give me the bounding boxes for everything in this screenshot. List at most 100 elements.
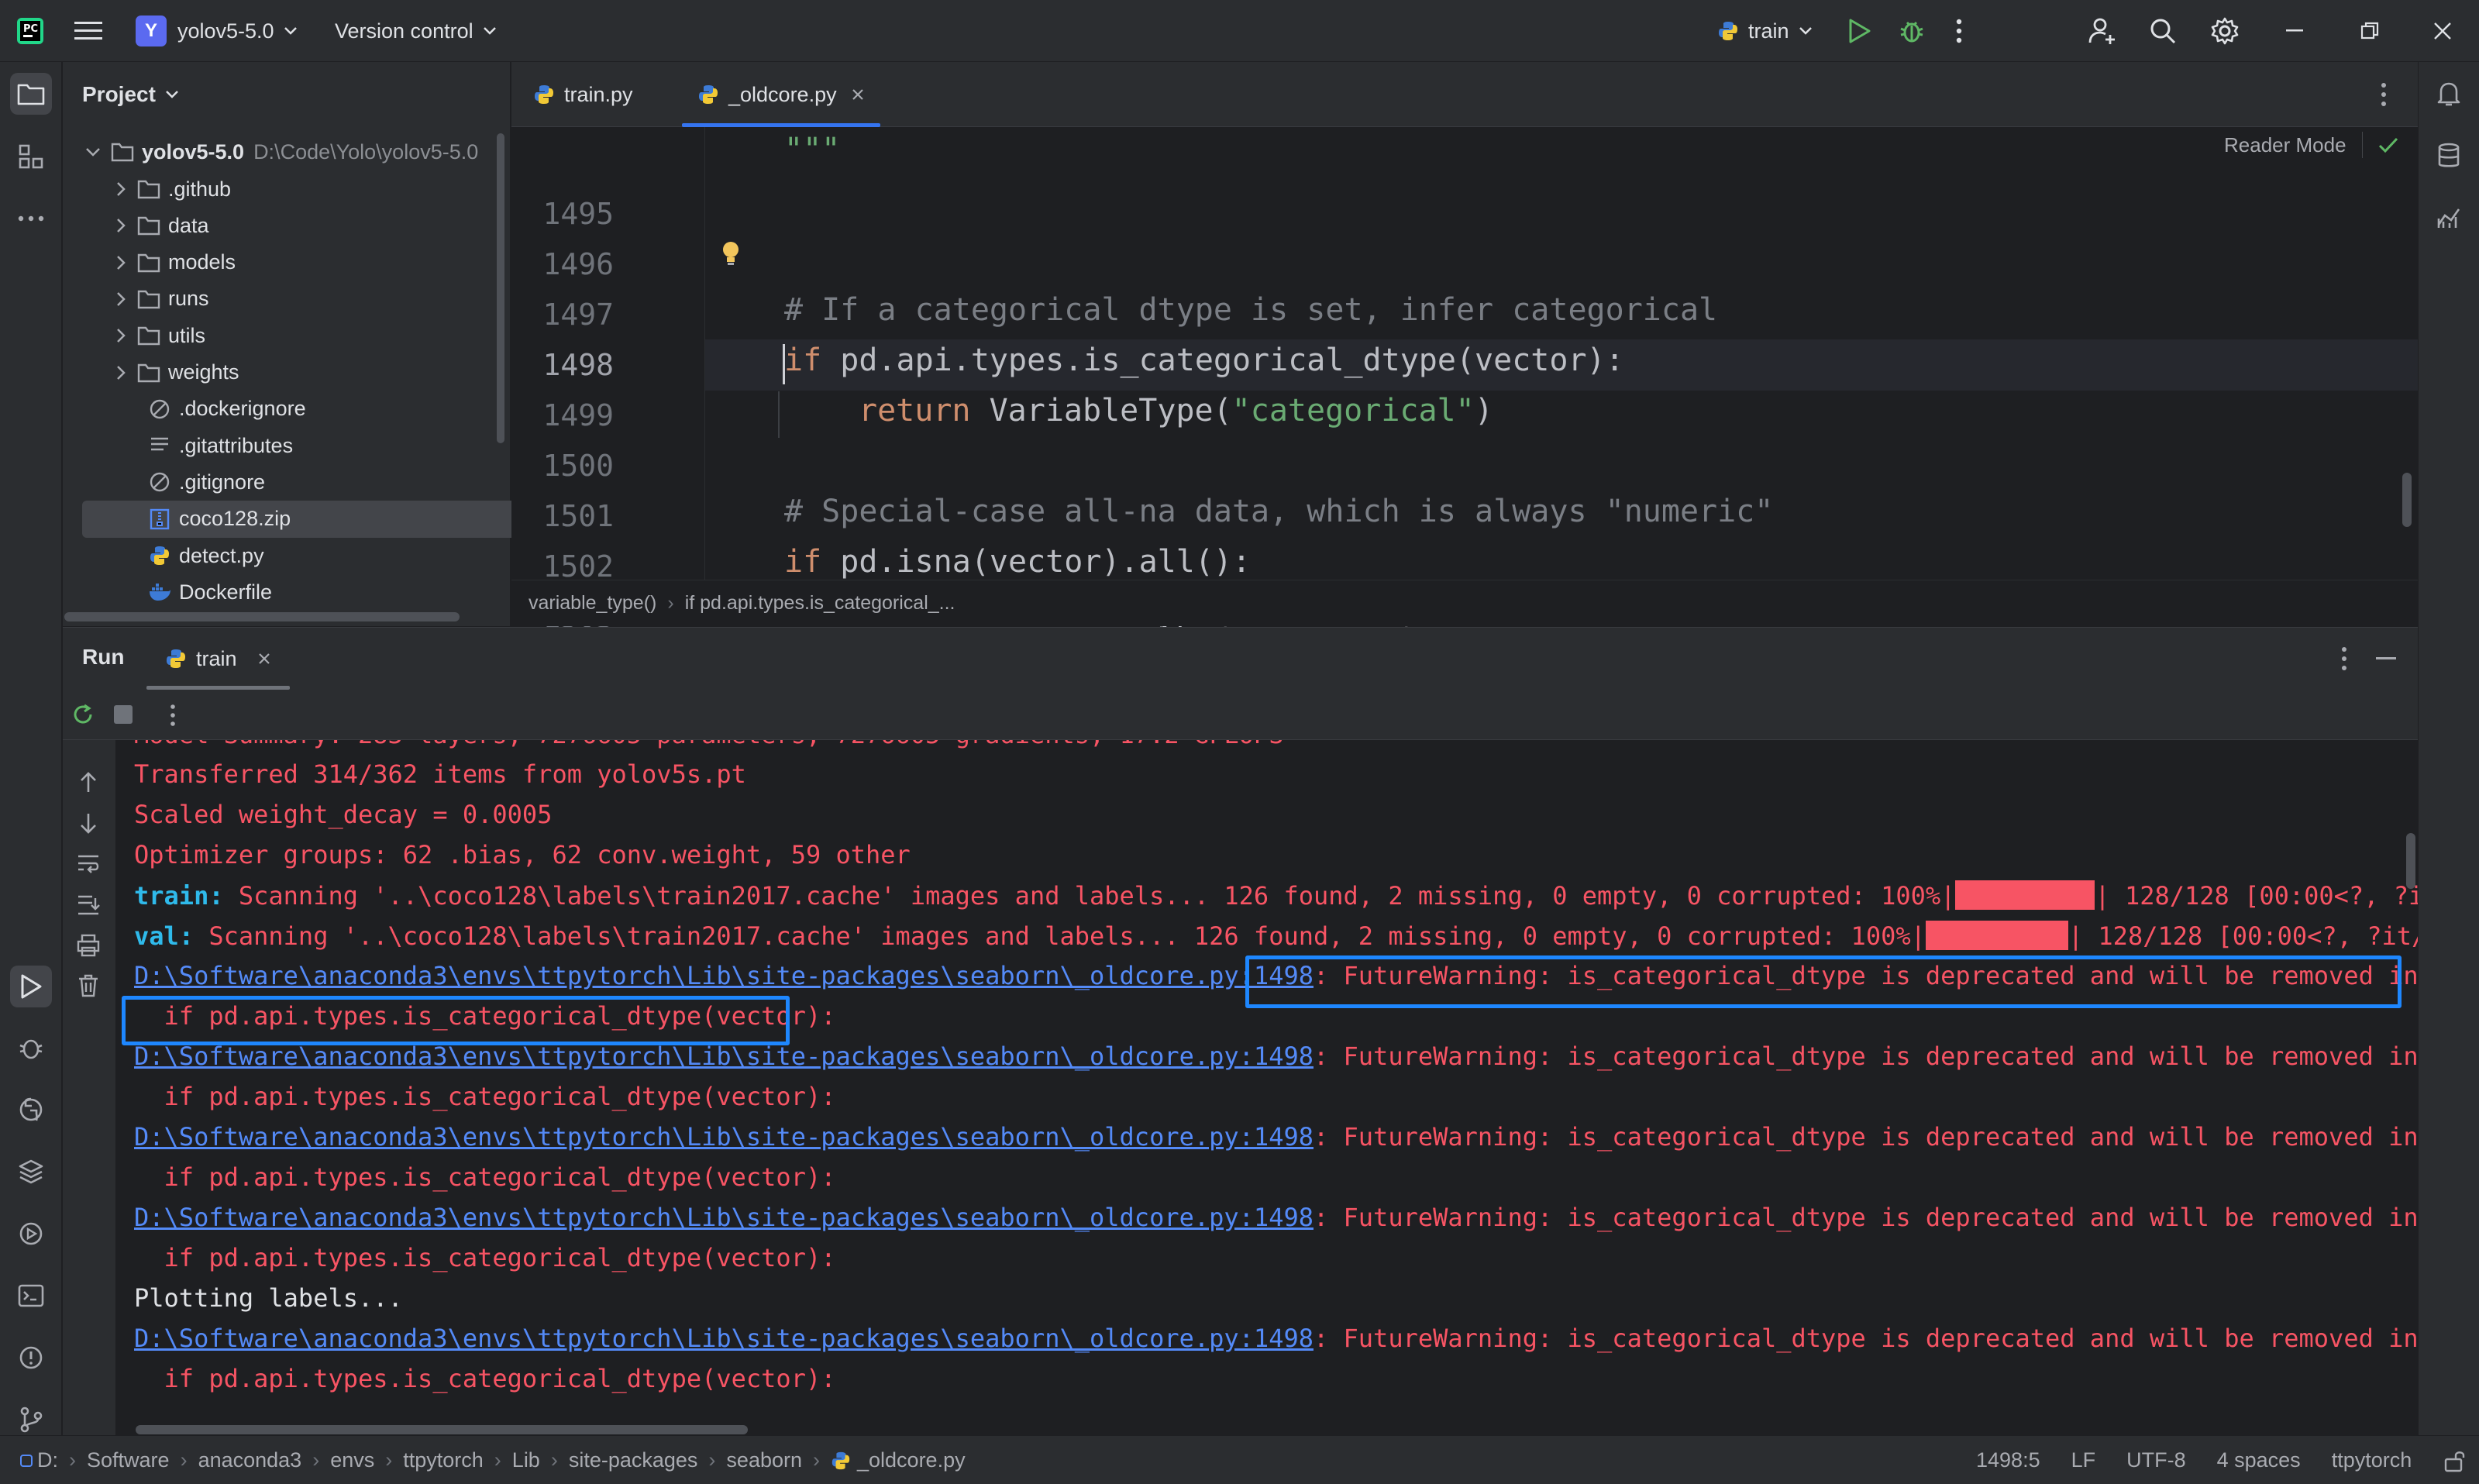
line-separator[interactable]: LF [2071, 1448, 2096, 1472]
tree-item[interactable]: runs [63, 281, 504, 318]
tree-item[interactable]: data [63, 207, 504, 244]
folder-icon [137, 214, 160, 237]
status-breadcrumb-item[interactable]: D: [37, 1448, 58, 1472]
code-line-1498[interactable]: if pd.api.types.is_categorical_dtype(vec… [784, 343, 1624, 378]
warning-file-link[interactable]: D:\Software\anaconda3\envs\ttpytorch\Lib… [134, 1042, 1314, 1071]
warning-file-link[interactable]: D:\Software\anaconda3\envs\ttpytorch\Lib… [134, 1122, 1314, 1152]
minimize-button[interactable] [2286, 0, 2305, 62]
git-tool-button[interactable] [10, 1399, 52, 1441]
scroll-to-end-icon[interactable] [77, 893, 100, 917]
interpreter-selector[interactable]: ttpytorch [2332, 1448, 2412, 1472]
tree-item[interactable]: models [63, 244, 504, 281]
tree-item[interactable]: .github [63, 170, 504, 208]
arrow-down-icon[interactable] [78, 811, 98, 835]
run-config-selector[interactable]: train [1717, 0, 1813, 62]
run-panel-options-button[interactable] [2341, 646, 2347, 671]
tree-root[interactable]: yolov5-5.0 D:\Code\Yolo\yolov5-5.0 [63, 133, 504, 170]
status-breadcrumb-item[interactable]: Software [87, 1448, 170, 1472]
debug-tool-button[interactable] [10, 1027, 52, 1069]
warning-file-link[interactable]: D:\Software\anaconda3\envs\ttpytorch\Lib… [134, 1203, 1314, 1232]
notifications-button[interactable] [2428, 73, 2470, 115]
project-tool-button[interactable] [10, 73, 52, 115]
python-packages-tool-button[interactable] [10, 1089, 52, 1131]
structure-tool-button[interactable] [10, 136, 52, 177]
code-line-1495[interactable]: """ [784, 132, 840, 167]
code-line-1501[interactable]: # Special-case all-na data, which is alw… [784, 494, 1773, 529]
search-button[interactable] [2149, 0, 2177, 62]
lightbulb-icon[interactable] [721, 240, 741, 267]
code-line-1502[interactable]: if pd.isna(vector).all(): [784, 544, 1251, 580]
console-warning: D:\Software\anaconda3\envs\ttpytorch\Lib… [134, 1042, 2418, 1071]
database-tool-button[interactable] [2428, 135, 2470, 177]
tree-horizontal-scrollbar[interactable] [64, 612, 460, 621]
folder-icon [137, 251, 160, 274]
hide-panel-button[interactable] [2376, 657, 2396, 660]
cursor-position[interactable]: 1498:5 [1976, 1448, 2040, 1472]
rerun-button[interactable] [71, 702, 95, 727]
close-window-button[interactable] [2433, 0, 2452, 62]
code-line-1497[interactable]: # If a categorical dtype is set, infer c… [784, 292, 1717, 328]
close-tab-icon[interactable] [257, 652, 271, 666]
status-breadcrumb-item[interactable]: seaborn [726, 1448, 802, 1472]
tab-oldcore-py[interactable]: _oldcore.py [682, 62, 880, 127]
more-tools-button[interactable] [10, 198, 52, 239]
tabs-more-button[interactable] [2381, 82, 2387, 107]
settings-button[interactable] [2210, 0, 2240, 62]
close-tab-icon[interactable] [851, 88, 865, 102]
status-breadcrumb-item[interactable]: envs [330, 1448, 374, 1472]
sciview-tool-button[interactable] [2428, 197, 2470, 239]
project-panel-header[interactable]: Project [63, 62, 511, 127]
reader-mode-toggle[interactable]: Reader Mode [2224, 132, 2398, 158]
tree-item[interactable]: .dockerignore [63, 391, 504, 428]
project-selector[interactable]: Y yolov5-5.0 [136, 0, 298, 62]
console-vertical-scrollbar[interactable] [2406, 833, 2415, 889]
stop-button[interactable] [114, 705, 133, 724]
status-breadcrumb-item[interactable]: ttpytorch [403, 1448, 484, 1472]
lock-icon[interactable] [2443, 1449, 2466, 1472]
soft-wrap-icon[interactable] [77, 853, 100, 875]
tree-item[interactable]: detect.py [63, 537, 504, 574]
tree-item[interactable]: Dockerfile [63, 573, 504, 611]
status-breadcrumb-item[interactable]: anaconda3 [198, 1448, 302, 1472]
tree-item[interactable]: .gitignore [63, 463, 504, 501]
more-actions-button[interactable] [1956, 0, 1962, 62]
warning-file-link[interactable]: D:\Software\anaconda3\envs\ttpytorch\Lib… [134, 961, 1314, 990]
console-line-train: train: Scanning '..\coco128\labels\train… [134, 880, 2418, 911]
folder-icon [17, 84, 45, 105]
main-menu-button[interactable] [74, 0, 102, 62]
indent-setting[interactable]: 4 spaces [2217, 1448, 2301, 1472]
status-breadcrumb-item[interactable]: _oldcore.py [857, 1448, 966, 1472]
tree-item[interactable]: coco128.zip [82, 500, 555, 538]
status-breadcrumb-item[interactable]: Lib [512, 1448, 540, 1472]
tree-item-label: utils [168, 323, 206, 347]
services-tool-button[interactable] [10, 1213, 52, 1255]
tree-item[interactable]: utils [63, 317, 504, 354]
breadcrumb-statement[interactable]: if pd.api.types.is_categorical_... [685, 592, 955, 615]
tree-item[interactable]: .gitattributes [63, 427, 504, 464]
layers-tool-button[interactable] [10, 1151, 52, 1193]
run-tab-train[interactable]: train [146, 628, 290, 690]
editor-scrollbar[interactable] [2402, 473, 2412, 527]
toolbar-more-button[interactable] [170, 704, 176, 727]
run-button[interactable] [1847, 0, 1872, 62]
status-breadcrumb-item[interactable]: site-packages [569, 1448, 698, 1472]
console-horizontal-scrollbar[interactable] [136, 1425, 748, 1434]
code-line-1499[interactable]: return VariableType("categorical") [859, 393, 1493, 429]
tab-train-py[interactable]: train.py [533, 62, 633, 127]
tree-vertical-scrollbar[interactable] [497, 133, 504, 443]
console-output[interactable]: Model Summary: 283 layers, 7276605 param… [115, 740, 2418, 1436]
file-encoding[interactable]: UTF-8 [2126, 1448, 2186, 1472]
vcs-selector[interactable]: Version control [335, 0, 497, 62]
code-with-me-button[interactable] [2088, 0, 2117, 62]
arrow-up-icon[interactable] [78, 771, 98, 794]
warning-file-link[interactable]: D:\Software\anaconda3\envs\ttpytorch\Lib… [134, 1324, 1314, 1353]
tree-item[interactable]: weights [63, 354, 504, 391]
restore-button[interactable] [2360, 0, 2379, 62]
breadcrumb-function[interactable]: variable_type() [529, 592, 656, 615]
debug-button[interactable] [1899, 0, 1925, 62]
run-tool-button[interactable] [10, 966, 52, 1007]
problems-tool-button[interactable] [10, 1337, 52, 1379]
print-icon[interactable] [77, 934, 100, 957]
trash-icon[interactable] [77, 974, 99, 997]
terminal-tool-button[interactable] [10, 1275, 52, 1317]
